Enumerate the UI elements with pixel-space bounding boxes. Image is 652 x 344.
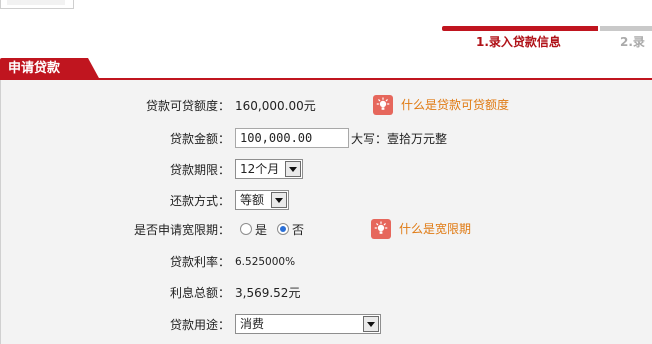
loan-purpose-select[interactable]: 消费 <box>235 314 381 334</box>
loan-amount-input[interactable]: 100,000.00 <box>235 128 349 148</box>
step-2-bar <box>600 26 652 31</box>
total-interest-label: 利息总额： <box>169 286 230 300</box>
loan-term-selected: 12个月 <box>240 162 280 176</box>
chevron-down-icon[interactable] <box>271 192 287 208</box>
interest-rate-label: 贷款利率： <box>169 255 230 269</box>
chevron-down-icon[interactable] <box>363 316 379 332</box>
grace-yes-radio[interactable] <box>240 223 252 235</box>
progress-steps: 1.录入贷款信息 2.录 <box>442 26 652 52</box>
row-grace-period: 是否申请宽限期： 是 否 什么是宽限期 <box>0 219 652 241</box>
loan-purpose-selected: 消费 <box>240 317 265 331</box>
lightbulb-icon <box>373 95 393 115</box>
loan-purpose-label: 贷款用途： <box>169 318 230 332</box>
loan-form-panel <box>0 80 652 344</box>
loan-amount-label: 贷款金额： <box>169 132 230 146</box>
chevron-down-icon[interactable] <box>285 161 301 177</box>
step-1-bar <box>442 26 598 31</box>
available-credit-value: 160,000.00元 <box>235 99 316 113</box>
interest-rate-value: 6.525000% <box>235 256 296 268</box>
row-repayment-method: 还款方式： 等额 <box>0 190 652 212</box>
loan-amount-capital: 大写：壹拾万元整 <box>351 132 448 146</box>
tab-apply-loan[interactable]: 申请贷款 <box>0 58 100 80</box>
lightbulb-icon <box>371 219 391 239</box>
row-total-interest: 利息总额： 3,569.52元 <box>0 282 652 304</box>
loan-term-label: 贷款期限： <box>169 163 230 177</box>
repayment-method-label: 还款方式： <box>169 194 230 208</box>
repayment-method-select[interactable]: 等额 <box>235 190 289 210</box>
grace-period-label: 是否申请宽限期： <box>133 223 230 237</box>
step-2-label: 2.录 <box>620 35 645 49</box>
repayment-method-selected: 等额 <box>240 193 265 207</box>
row-loan-term: 贷款期限： 12个月 <box>0 159 652 181</box>
grace-no-radio[interactable] <box>277 223 289 235</box>
help-available-credit-link[interactable]: 什么是贷款可贷额度 <box>401 95 509 115</box>
row-available-credit: 贷款可贷额度： 160,000.00元 什么是贷款可贷额度 <box>0 95 652 117</box>
logo-placeholder <box>0 0 74 9</box>
total-interest-value: 3,569.52元 <box>235 286 301 300</box>
row-loan-amount: 贷款金额： 100,000.00 大写：壹拾万元整 <box>0 128 652 150</box>
help-grace-period-link[interactable]: 什么是宽限期 <box>399 219 471 239</box>
grace-yes-label[interactable]: 是 <box>255 219 267 241</box>
loan-term-select[interactable]: 12个月 <box>235 159 303 179</box>
row-loan-purpose: 贷款用途： 消费 <box>0 314 652 336</box>
step-1-label: 1.录入贷款信息 <box>476 35 561 49</box>
available-credit-label: 贷款可贷额度： <box>145 99 230 113</box>
grace-no-label[interactable]: 否 <box>292 219 304 241</box>
row-interest-rate: 贷款利率： 6.525000% <box>0 251 652 273</box>
